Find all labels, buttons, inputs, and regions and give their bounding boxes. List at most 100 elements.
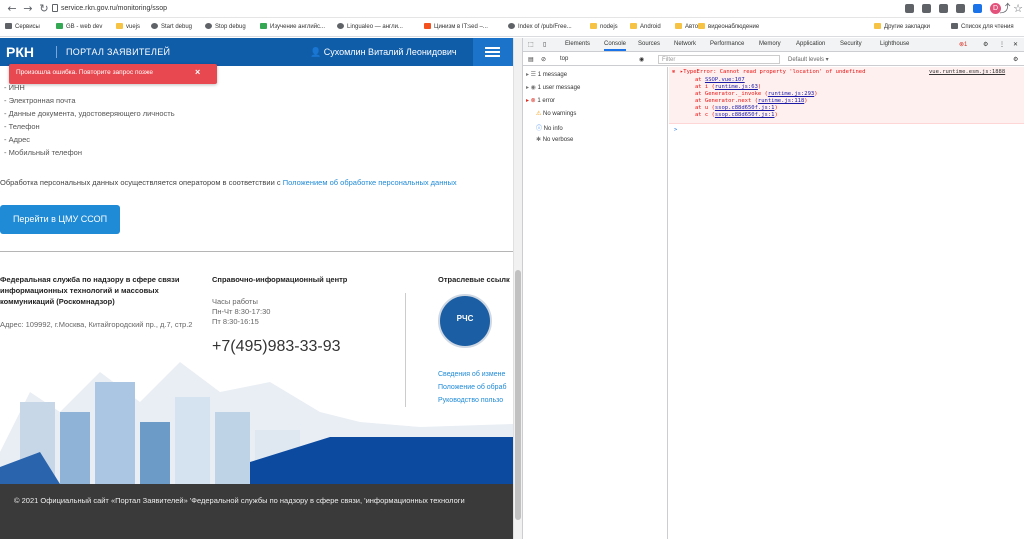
extension-icon[interactable] [905, 4, 914, 13]
hours-friday: Пт 8:30-16:15 [212, 317, 259, 326]
footer-link[interactable]: Руководство пользо [438, 397, 503, 404]
sidebar-item-info[interactable]: ⓘ No info [536, 123, 563, 132]
reload-icon[interactable]: ↻ [38, 3, 50, 15]
error-message: ▸TypeError: Cannot read property 'locati… [680, 69, 866, 75]
sidebar-item-messages[interactable]: ▸ ☰ 1 message [526, 71, 567, 78]
sidebar-item-user-messages[interactable]: ▸ ◉ 1 user message [526, 84, 580, 91]
footer-link[interactable]: Сведения об измене [438, 371, 505, 378]
close-icon[interactable]: × [195, 67, 200, 77]
console-filter-input[interactable]: Filter [658, 55, 780, 64]
extensions-puzzle-icon[interactable] [973, 4, 982, 13]
error-icon: ⊗ [672, 69, 676, 75]
other-bookmarks[interactable]: Другие закладки [874, 22, 930, 33]
user-icon: 👤 [310, 47, 324, 57]
bookmark-item[interactable]: Авто [675, 22, 698, 33]
devtools-panel: ⬚ ▯ Elements Console Sources Network Per… [522, 38, 1024, 539]
inspect-icon[interactable]: ⬚ [528, 41, 534, 48]
hours-label: Часы работы [212, 297, 258, 306]
context-select[interactable]: top [560, 56, 568, 62]
star-icon[interactable]: ☆ [1012, 3, 1024, 15]
user-name[interactable]: 👤 Сухомлин Виталий Леонидович [310, 47, 457, 58]
error-source-link[interactable]: vue.runtime.esm.js:1888 [929, 69, 1005, 75]
copyright-text: © 2021 Официальный сайт «Портал Заявител… [14, 496, 465, 505]
console-error-entry[interactable]: ⊗ ▸TypeError: Cannot read property 'loca… [669, 67, 1024, 124]
bookmark-item[interactable]: Изучение английс... [260, 22, 325, 33]
avatar[interactable]: D [990, 3, 1001, 14]
bookmark-item[interactable]: Index of /pub/Free... [508, 22, 572, 33]
reading-list[interactable]: Список для чтения [951, 22, 1014, 33]
bookmark-item[interactable]: Lingualeo — англи... [337, 22, 403, 33]
address-bar[interactable]: service.rkn.gov.ru/monitoring/ssop [61, 3, 167, 15]
settings-gear-icon[interactable]: ⚙ [983, 41, 988, 48]
sidebar-item-errors[interactable]: ▸ ⊗ 1 error [526, 97, 555, 104]
eye-icon[interactable]: ◉ [639, 56, 644, 63]
lock-icon[interactable] [52, 4, 58, 12]
bookmark-item[interactable]: nodejs [590, 22, 618, 33]
industry-links-title: Отраслевые ссылк [438, 275, 510, 284]
error-count-badge[interactable]: ⊗1 [959, 41, 967, 48]
bookmarks-bar: Сервисы GB - web dev vuejs Start debug S… [0, 18, 1024, 37]
forward-icon[interactable]: → [22, 3, 34, 15]
stack-frame: at c (ssop.c88d650f.js:1) [695, 112, 778, 118]
tab-elements[interactable]: Elements [565, 41, 590, 47]
stack-link[interactable]: ssop.c88d650f.js:1 [715, 112, 775, 118]
hamburger-icon-line [485, 51, 500, 53]
close-devtools-icon[interactable]: ✕ [1013, 41, 1018, 48]
bookmark-item[interactable]: Цинизм в IT:sed –... [424, 22, 488, 33]
bookmark-item[interactable]: Stop debug [205, 22, 246, 33]
bookmark-item[interactable]: vuejs [116, 22, 140, 33]
stack-link[interactable]: ssop.c88d650f.js:1 [715, 105, 775, 111]
tab-performance[interactable]: Performance [710, 41, 744, 47]
sidebar-item-warnings[interactable]: ⚠ No warnings [536, 110, 576, 117]
stack-link[interactable]: runtime.js:63 [715, 84, 758, 90]
scrollbar-thumb[interactable] [515, 270, 521, 520]
clear-console-icon[interactable]: ⊘ [541, 56, 546, 63]
footer-link[interactable]: Положение об обраб [438, 384, 506, 391]
console-settings-icon[interactable]: ⚙ [1013, 56, 1018, 63]
stack-frame: at Generator.next (runtime.js:118) [695, 98, 808, 104]
sidebar-item-verbose[interactable]: ✱ No verbose [536, 136, 573, 143]
goto-cmu-ssop-button[interactable]: Перейти в ЦМУ ССОП [0, 205, 120, 234]
rchs-emblem[interactable]: РЧС [438, 294, 492, 348]
tab-sources[interactable]: Sources [638, 41, 660, 47]
page-scrollbar[interactable] [513, 38, 522, 539]
stack-link[interactable]: runtime.js:293 [768, 91, 814, 97]
stack-link[interactable]: SSOP.vue:107 [705, 77, 745, 83]
browser-toolbar: ← → ↻ service.rkn.gov.ru/monitoring/ssop… [0, 0, 1024, 18]
privacy-policy-link[interactable]: Положением об обработке персональных дан… [283, 178, 457, 187]
more-options-icon[interactable]: ⋮ [999, 41, 1005, 48]
bookmark-item[interactable]: Android [630, 22, 661, 33]
tab-security[interactable]: Security [840, 41, 862, 47]
tab-network[interactable]: Network [674, 41, 696, 47]
device-toggle-icon[interactable]: ▯ [543, 41, 546, 48]
bookmark-item[interactable]: GB - web dev [56, 22, 102, 33]
tab-application[interactable]: Application [796, 41, 825, 47]
list-item: - Мобильный телефон [4, 148, 82, 157]
sidebar-toggle-icon[interactable]: ▤ [528, 56, 534, 63]
tab-console[interactable]: Console [604, 41, 627, 51]
rkn-logo[interactable]: РКН [6, 44, 34, 60]
bookmark-item[interactable]: видеонаблюдение [698, 22, 759, 33]
phone-number[interactable]: +7(495)983-33-93 [212, 338, 341, 356]
hamburger-icon [485, 47, 500, 49]
tab-lighthouse[interactable]: Lighthouse [880, 41, 909, 47]
extension-icon[interactable] [956, 4, 965, 13]
list-item: - ИНН [4, 83, 25, 92]
extension-icon[interactable] [922, 4, 931, 13]
site-footer: Федеральная служба по надзору в сфере св… [0, 252, 513, 539]
back-icon[interactable]: ← [6, 3, 18, 15]
extension-icon[interactable] [939, 4, 948, 13]
menu-button[interactable] [473, 38, 513, 66]
stack-frame: at SSOP.vue:107 [695, 77, 745, 83]
console-prompt[interactable]: > [674, 127, 677, 133]
portal-title[interactable]: ПОРТАЛ ЗАЯВИТЕЛЕЙ [66, 47, 170, 57]
stack-link[interactable]: runtime.js:118 [758, 98, 804, 104]
emblem-label: РЧС [456, 314, 474, 323]
tab-memory[interactable]: Memory [759, 41, 781, 47]
console-sidebar: ▸ ☰ 1 message ▸ ◉ 1 user message ▸ ⊗ 1 e… [523, 67, 668, 539]
log-levels-select[interactable]: Default levels ▾ [788, 56, 829, 63]
console-output: ⊗ ▸TypeError: Cannot read property 'loca… [669, 67, 1024, 539]
bookmark-item[interactable]: Start debug [151, 22, 192, 33]
org-title: Федеральная служба по надзору в сфере св… [0, 275, 180, 306]
bookmark-item[interactable]: Сервисы [5, 22, 40, 33]
